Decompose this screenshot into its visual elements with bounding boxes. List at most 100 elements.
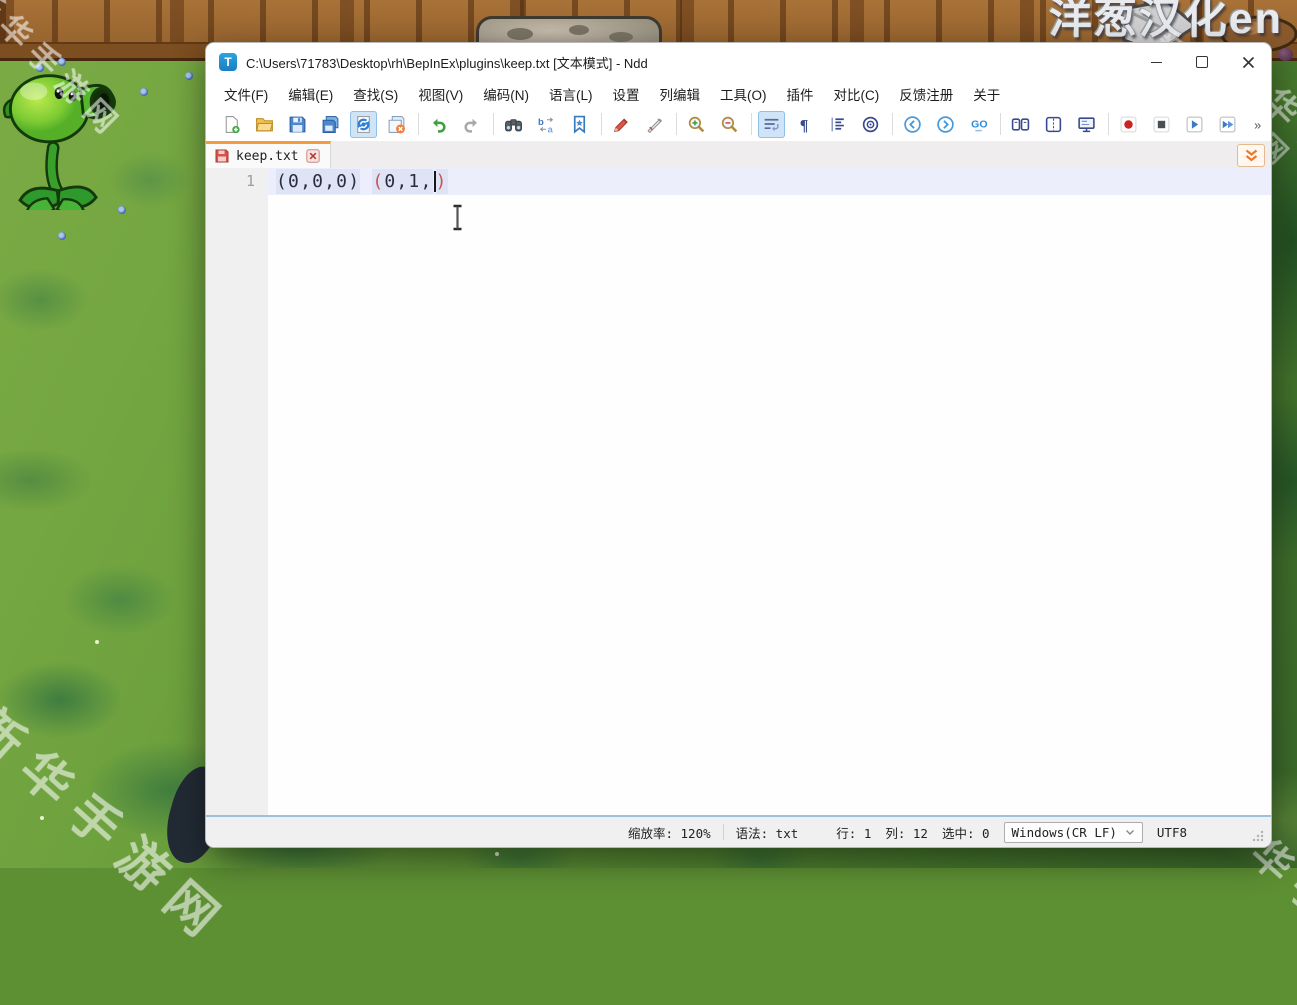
code-segment: (0,0,0)	[276, 169, 360, 194]
play-multi-icon[interactable]	[1214, 111, 1241, 138]
menu-item-feedback[interactable]: 反馈注册	[889, 81, 963, 107]
word-wrap-icon[interactable]	[758, 111, 785, 138]
maximize-button[interactable]	[1179, 43, 1225, 81]
eol-value: Windows(CR LF)	[1012, 825, 1117, 840]
chevron-down-icon	[1125, 829, 1135, 836]
goto-line-icon[interactable]: GO	[965, 111, 992, 138]
prev-position-icon[interactable]	[899, 111, 926, 138]
menu-item-encoding[interactable]: 编码(N)	[473, 81, 539, 107]
flower-dot	[58, 232, 66, 240]
eol-dropdown[interactable]: Windows(CR LF)	[1004, 822, 1143, 843]
toolbar: ba ¶ GO »	[206, 107, 1271, 141]
redo-icon[interactable]	[458, 111, 485, 138]
menu-item-search[interactable]: 查找(S)	[343, 81, 408, 107]
record-macro-icon[interactable]	[1115, 111, 1142, 138]
maximize-icon	[1196, 56, 1208, 68]
code-segment: (	[372, 169, 384, 194]
sparkle-dot	[95, 640, 99, 644]
preview-icon[interactable]	[1073, 111, 1100, 138]
tab-list-button[interactable]	[1237, 144, 1265, 167]
toolbar-separator	[1000, 113, 1001, 135]
double-chevron-down-icon	[1243, 149, 1260, 163]
code-segment: 0,1,	[384, 169, 432, 194]
status-bar: 缩放率: 120% 语法: txt 行: 1 列: 12 选中: 0 Windo…	[206, 815, 1271, 847]
svg-text:b: b	[538, 117, 544, 128]
reload-icon[interactable]	[350, 111, 377, 138]
resize-grip[interactable]	[1251, 829, 1264, 842]
zoom-in-icon[interactable]	[683, 111, 710, 138]
toolbar-separator	[676, 113, 677, 135]
status-selection: 选中: 0	[942, 823, 990, 842]
svg-text:a: a	[548, 124, 554, 134]
tab-bar: keep.txt	[206, 141, 1271, 168]
menu-item-edit[interactable]: 编辑(E)	[278, 81, 343, 107]
clear-mark-icon[interactable]	[641, 111, 668, 138]
status-syntax: 语法: txt	[736, 823, 799, 842]
menu-item-tools[interactable]: 工具(O)	[710, 81, 777, 107]
svg-text:»: »	[1254, 118, 1261, 132]
toolbar-separator	[892, 113, 893, 135]
save-all-icon[interactable]	[317, 111, 344, 138]
zoom-out-icon[interactable]	[716, 111, 743, 138]
menu-item-column-edit[interactable]: 列编辑	[650, 81, 711, 107]
plant-sprite	[1278, 48, 1293, 61]
toolbar-overflow-icon[interactable]: »	[1247, 111, 1274, 138]
status-separator	[723, 824, 724, 840]
sparkle-dot	[40, 816, 44, 820]
undo-icon[interactable]	[425, 111, 452, 138]
new-file-icon[interactable]	[218, 111, 245, 138]
tab-close-icon[interactable]	[306, 149, 320, 163]
split-view-icon[interactable]	[1007, 111, 1034, 138]
toolbar-separator	[601, 113, 602, 135]
replace-icon[interactable]: ba	[533, 111, 560, 138]
status-line: 行: 1	[836, 823, 871, 842]
svg-text:¶: ¶	[800, 117, 809, 134]
menu-item-settings[interactable]: 设置	[603, 81, 650, 107]
window-controls	[1133, 43, 1271, 81]
close-file-icon[interactable]	[383, 111, 410, 138]
stop-macro-icon[interactable]	[1148, 111, 1175, 138]
status-zoom: 缩放率: 120%	[628, 823, 711, 842]
window-title: C:\Users\71783\Desktop\rh\BepInEx\plugin…	[246, 53, 648, 72]
menu-item-file[interactable]: 文件(F)	[214, 81, 278, 107]
minimize-icon	[1151, 62, 1162, 63]
modified-save-icon	[215, 149, 229, 163]
mark-pen-icon[interactable]	[608, 111, 635, 138]
save-icon[interactable]	[284, 111, 311, 138]
code-segment: )	[436, 169, 448, 194]
open-folder-icon[interactable]	[251, 111, 278, 138]
find-icon[interactable]	[500, 111, 527, 138]
menu-item-language[interactable]: 语言(L)	[539, 81, 603, 107]
menu-item-compare[interactable]: 对比(C)	[824, 81, 890, 107]
title-bar[interactable]: T C:\Users\71783\Desktop\rh\BepInEx\plug…	[206, 43, 1271, 81]
status-encoding: UTF8	[1157, 825, 1187, 840]
indent-guide-icon[interactable]	[824, 111, 851, 138]
menu-item-view[interactable]: 视图(V)	[408, 81, 473, 107]
app-icon: T	[219, 53, 237, 71]
tab-keep-txt[interactable]: keep.txt	[206, 141, 331, 168]
close-button[interactable]	[1225, 43, 1271, 81]
next-position-icon[interactable]	[932, 111, 959, 138]
mouse-ibeam-cursor	[450, 204, 465, 231]
paragraph-mark-icon[interactable]: ¶	[791, 111, 818, 138]
status-column: 列: 12	[885, 823, 928, 842]
active-code-line[interactable]: (0,0,0) (0,1,)	[268, 168, 1271, 195]
bookmark-icon[interactable]	[566, 111, 593, 138]
editor-area[interactable]: 1 (0,0,0) (0,1,)	[206, 168, 1271, 815]
toolbar-separator	[418, 113, 419, 135]
close-icon	[1242, 56, 1255, 69]
fan-translation-logo: 洋葱汉化en	[1049, 0, 1283, 46]
toolbar-separator	[493, 113, 494, 135]
code-segment	[360, 169, 372, 194]
toolbar-separator	[751, 113, 752, 135]
menu-item-plugins[interactable]: 插件	[777, 81, 824, 107]
menu-item-about[interactable]: 关于	[963, 81, 1010, 107]
flower-dot	[140, 88, 148, 96]
focus-mode-icon[interactable]	[857, 111, 884, 138]
compare-view-icon[interactable]	[1040, 111, 1067, 138]
minimize-button[interactable]	[1133, 43, 1179, 81]
code-area[interactable]: (0,0,0) (0,1,)	[268, 168, 1271, 815]
play-macro-icon[interactable]	[1181, 111, 1208, 138]
notepad-window: T C:\Users\71783\Desktop\rh\BepInEx\plug…	[205, 42, 1272, 848]
sparkle-dot	[495, 852, 499, 856]
